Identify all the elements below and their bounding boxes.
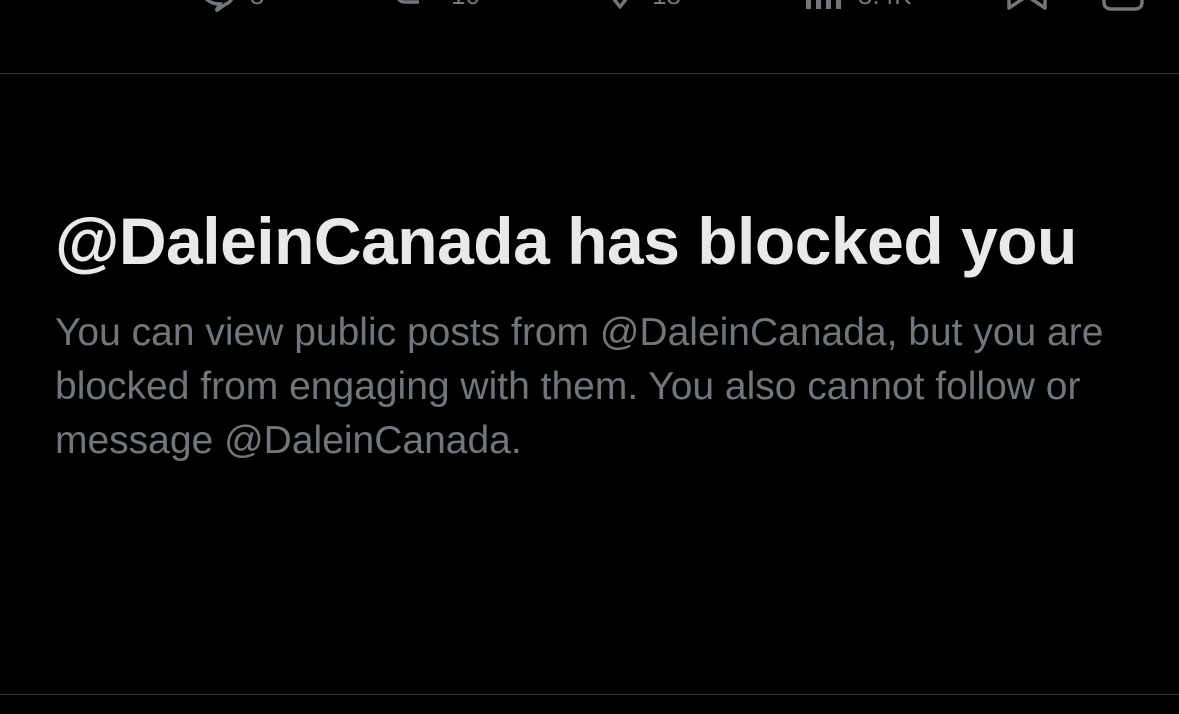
views-count: 5.4K (858, 0, 912, 10)
blocked-notice: @DaleinCanada has blocked you You can vi… (55, 196, 1135, 468)
views-button[interactable]: 5.4K (804, 0, 912, 12)
like-icon (602, 0, 638, 12)
share-icon (1101, 0, 1145, 12)
bottom-divider (0, 694, 1179, 695)
reply-button[interactable]: 5 (196, 0, 264, 12)
repost-button[interactable]: 10 (395, 0, 480, 12)
like-count: 18 (652, 0, 681, 10)
top-divider (0, 73, 1179, 74)
repost-count: 10 (451, 0, 480, 10)
reply-icon (196, 0, 236, 12)
blocked-title: @DaleinCanada has blocked you (55, 204, 1077, 278)
bookmark-icon (1006, 0, 1048, 12)
tweet-action-bar: 5 10 18 5.4K (0, 0, 1179, 73)
like-button[interactable]: 18 (602, 0, 681, 12)
repost-icon (395, 0, 437, 12)
blocked-description: You can view public posts from @DaleinCa… (55, 311, 1104, 462)
reply-count: 5 (250, 0, 264, 10)
share-button[interactable] (1101, 0, 1145, 12)
bookmark-button[interactable] (1006, 0, 1048, 12)
views-icon (804, 0, 844, 12)
